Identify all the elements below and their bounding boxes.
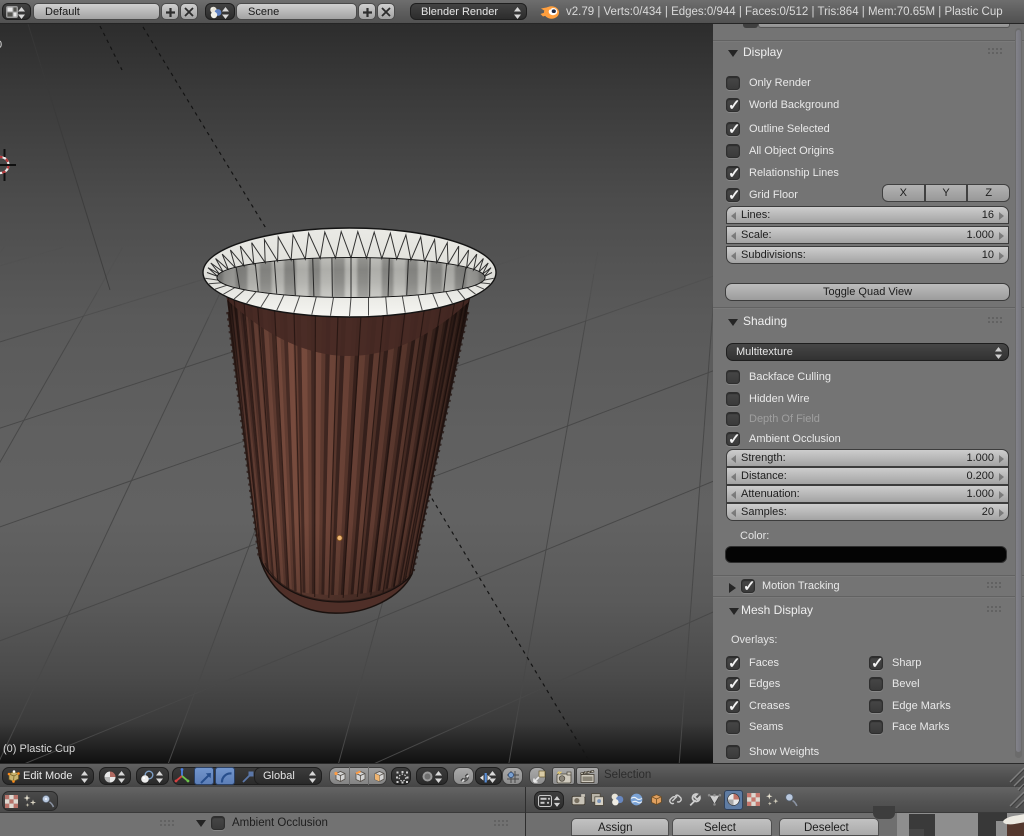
svg-text:0: 0 bbox=[0, 39, 2, 51]
